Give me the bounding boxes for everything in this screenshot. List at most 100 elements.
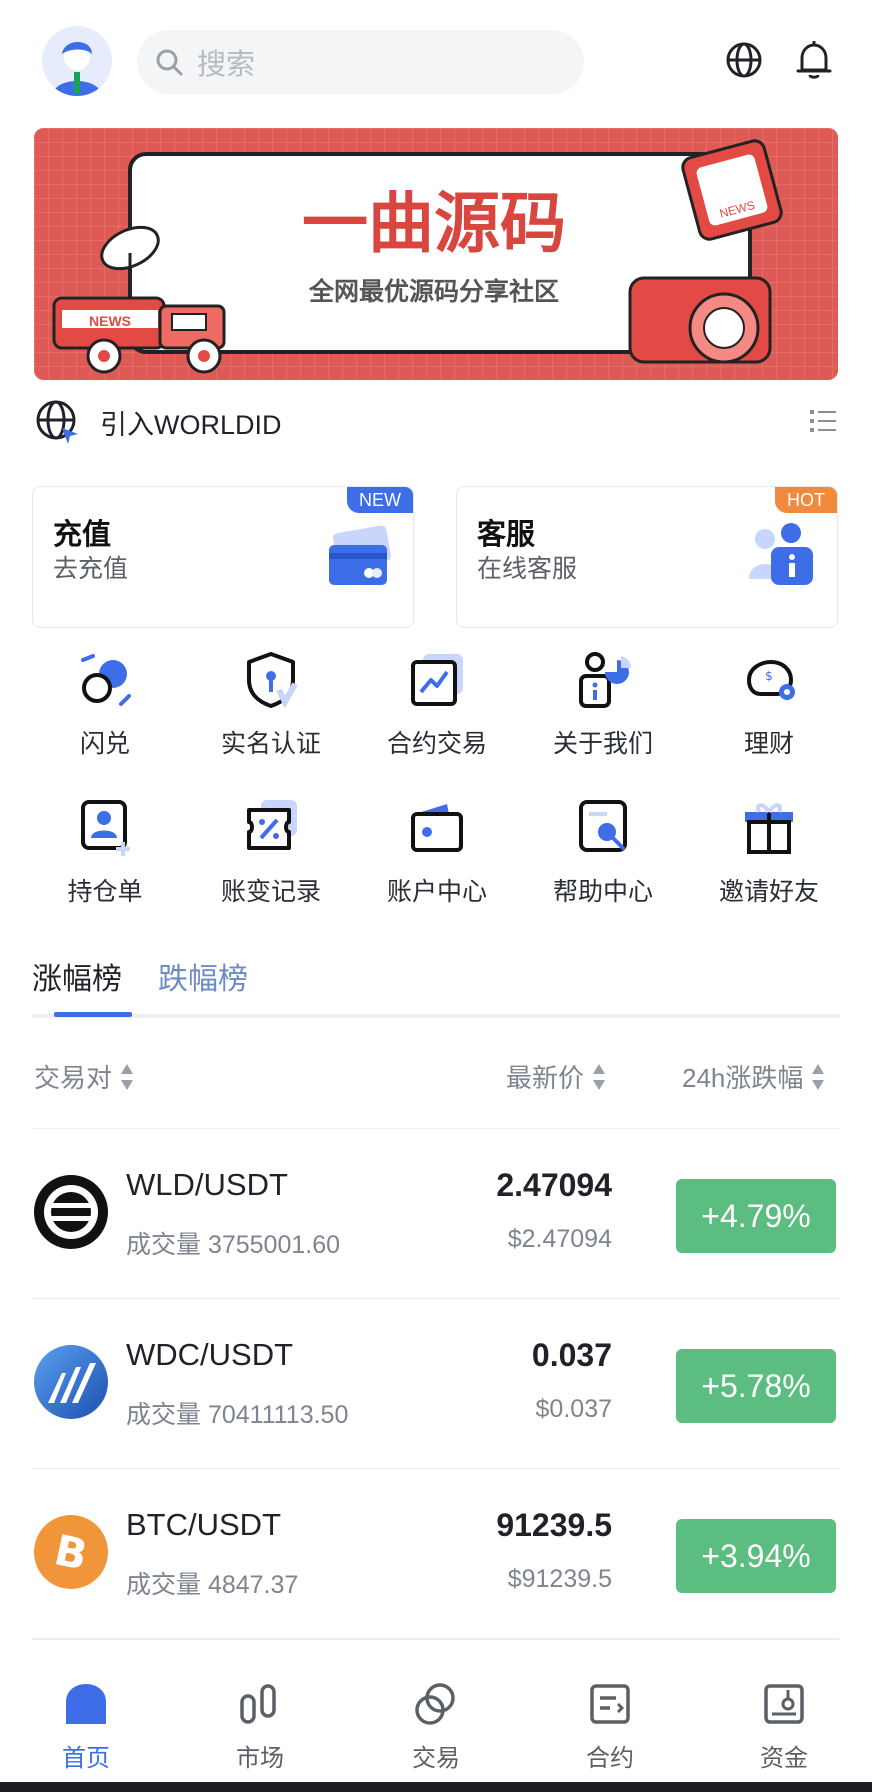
promo-banner[interactable]: NEWS NEWS 一曲源码 全网最优源码分享社区 [34,128,838,380]
change-badge: +5.78% [676,1349,836,1423]
worldid-row[interactable]: 引入WORLDID [34,392,838,452]
usd-price: $91239.5 [507,1565,612,1593]
wld-icon [32,1173,110,1251]
new-badge: NEW [347,487,413,513]
swap-shortcut[interactable]: 闪兑 [22,650,188,760]
kyc-shortcut[interactable]: 实名认证 [188,650,354,760]
ranking-tabs: 涨幅榜 跌幅榜 [32,950,840,1018]
banner-subtitle: 全网最优源码分享社区 [308,277,559,306]
nav-label: 资金 [760,1745,808,1772]
bell-icon[interactable] [792,38,836,82]
shortcut-label: 关于我们 [552,730,653,758]
gift-icon [745,803,793,854]
worldid-label: 引入WORLDID [100,409,282,440]
about-shortcut[interactable]: 关于我们 [520,650,686,760]
sort-by-pair[interactable]: 交易对 [34,1058,134,1095]
card-icon [329,525,391,585]
service-icon [749,523,813,585]
sort-by-change[interactable]: 24h涨跌幅 [682,1058,825,1095]
nav-home[interactable]: 首页 [16,1680,156,1773]
shortcut-label: 理财 [743,730,794,758]
nav-label: 交易 [412,1745,460,1772]
row-divider [32,1638,840,1640]
quick-actions-row-2: 持仓单 账变记录 账户中心 帮助中心 邀请好友 [22,798,852,908]
market-row-wdc[interactable]: WDC/USDT 成交量 70411113.50 0.037 $0.037 +5… [32,1298,840,1466]
home-icon [66,1684,106,1724]
last-price: 0.037 [531,1337,612,1373]
invite-friends-shortcut[interactable]: 邀请好友 [686,798,852,908]
funds-icon [764,1684,804,1724]
record-icon [247,800,297,850]
banner-illustration: NEWS NEWS 一曲源码 全网最优源码分享社区 [34,128,838,380]
svg-text:$: $ [765,669,773,683]
contract-trade-shortcut[interactable]: 合约交易 [354,650,520,760]
pair-name: WDC/USDT [126,1337,294,1372]
svg-text:NEWS: NEWS [89,313,131,329]
list-menu-icon[interactable] [808,406,838,436]
search-icon [156,49,183,76]
piggy-icon: $ [746,659,795,700]
last-price: 91239.5 [496,1507,612,1543]
swap-icon [81,654,131,706]
nav-trade[interactable]: 交易 [366,1680,506,1773]
last-price: 2.47094 [496,1167,612,1203]
avatar[interactable] [42,26,112,96]
card-subtitle: 在线客服 [477,555,578,583]
volume: 成交量 4847.37 [126,1571,299,1599]
tab-gainers[interactable]: 涨幅榜 [32,954,122,998]
record-shortcut[interactable]: 账变记录 [188,798,354,908]
help-icon [579,800,627,852]
nav-label: 首页 [62,1745,110,1772]
shortcut-label: 闪兑 [79,730,130,758]
contract-icon [590,1684,630,1724]
pair-name: WLD/USDT [126,1167,288,1202]
column-header-change: 24h涨跌幅 [682,1063,804,1093]
card-subtitle: 去充值 [53,555,129,583]
nav-label: 合约 [586,1745,634,1772]
card-title: 充值 [53,519,112,551]
usd-price: $0.037 [535,1395,612,1423]
sort-icon [120,1062,134,1092]
active-tab-indicator [54,1012,132,1017]
nav-label: 市场 [236,1745,284,1772]
nav-market[interactable]: 市场 [190,1680,330,1773]
pair-name: BTC/USDT [126,1507,281,1542]
shortcut-label: 合约交易 [386,730,487,758]
market-row-btc[interactable]: B BTC/USDT 成交量 4847.37 91239.5 $91239.5 … [32,1468,840,1636]
column-header-pair: 交易对 [34,1063,113,1093]
volume: 成交量 3755001.60 [126,1231,341,1259]
hot-badge: HOT [775,487,837,513]
system-bottom-bar [0,1782,872,1792]
market-table-header: 交易对 最新价 24h涨跌幅 [34,1052,838,1098]
sort-icon [592,1062,606,1092]
shortcut-label: 实名认证 [220,730,321,758]
sort-by-price[interactable]: 最新价 [506,1058,606,1095]
volume: 成交量 70411113.50 [126,1401,349,1429]
chart-icon [411,654,463,706]
shortcut-label: 邀请好友 [718,878,819,906]
globe-icon[interactable] [722,38,766,82]
nav-funds[interactable]: 资金 [714,1680,854,1773]
account-center-shortcut[interactable]: 账户中心 [354,798,520,908]
search-input[interactable]: 搜索 [137,30,584,94]
market-row-wld[interactable]: WLD/USDT 成交量 3755001.60 2.47094 $2.47094… [32,1128,840,1296]
help-center-shortcut[interactable]: 帮助中心 [520,798,686,908]
search-placeholder: 搜索 [197,49,256,81]
wdc-icon [32,1343,110,1421]
tab-losers[interactable]: 跌幅榜 [158,954,248,998]
shortcut-label: 账户中心 [386,878,487,906]
nav-contract[interactable]: 合约 [540,1680,680,1773]
trade-icon [415,1683,455,1725]
quick-actions-row-1: 闪兑 实名认证 合约交易 关于我们 $ 理财 [22,650,852,760]
market-icon [240,1684,276,1724]
recharge-card[interactable]: 充值 去充值 NEW [32,486,414,628]
worldid-globe-icon [36,400,78,444]
position-shortcut[interactable]: 持仓单 [22,798,188,908]
shield-icon [247,652,298,709]
usd-price: $2.47094 [507,1225,612,1253]
service-card[interactable]: 客服 在线客服 HOT [456,486,838,628]
wallet-icon [411,804,463,852]
column-header-price: 最新价 [506,1063,585,1093]
change-badge: +4.79% [676,1179,836,1253]
finance-shortcut[interactable]: $ 理财 [686,650,852,760]
